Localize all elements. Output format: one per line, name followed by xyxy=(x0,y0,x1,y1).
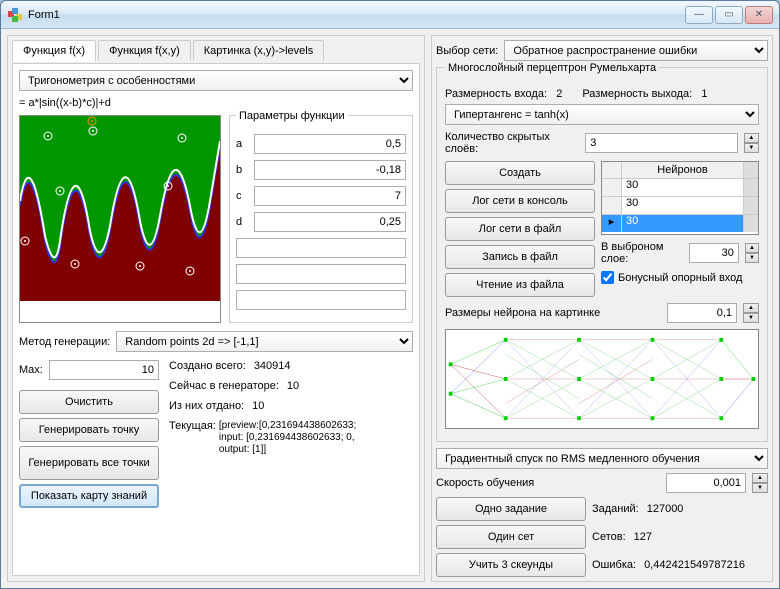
spinner-up-icon[interactable]: ▲ xyxy=(752,473,768,483)
activation-select[interactable]: Гипертангенс = tanh(x) xyxy=(445,104,759,125)
function-select[interactable]: Тригонометрия с особенностями xyxy=(19,70,413,91)
sel-layer-input[interactable] xyxy=(689,243,739,263)
net-select[interactable]: Обратное распространение ошибки xyxy=(504,40,768,61)
method-label: Метод генерации: xyxy=(19,336,110,348)
read-file-button[interactable]: Чтение из файла xyxy=(445,273,595,297)
dim-out-value: 1 xyxy=(701,88,707,100)
tab-image-levels[interactable]: Картинка (x,y)->levels xyxy=(193,40,324,61)
param-d-input[interactable] xyxy=(254,212,406,232)
param-empty-3[interactable] xyxy=(236,290,406,310)
neuron-size-label: Размеры нейрона на картинке xyxy=(445,307,661,319)
rate-input[interactable] xyxy=(666,473,746,493)
train-method-select[interactable]: Градиентный спуск по RMS медленного обуч… xyxy=(436,448,768,469)
spinner-up-icon[interactable]: ▲ xyxy=(743,303,759,313)
row-selector-icon: ▸ xyxy=(602,215,622,232)
app-window: Form1 — ▭ ✕ Функция f(x) Функция f(x,y) … xyxy=(0,0,780,589)
neuron-row-1[interactable]: 30 xyxy=(622,179,744,196)
spinner-up-icon[interactable]: ▲ xyxy=(745,243,759,253)
write-file-button[interactable]: Запись в файл xyxy=(445,245,595,269)
param-b-label: b xyxy=(236,164,254,176)
param-a-label: a xyxy=(236,138,254,150)
titlebar[interactable]: Form1 — ▭ ✕ xyxy=(1,1,779,29)
param-b-input[interactable] xyxy=(254,160,406,180)
spinner-up-icon[interactable]: ▲ xyxy=(744,133,759,143)
method-select[interactable]: Random points 2d => [-1,1] xyxy=(116,331,413,352)
create-button[interactable]: Создать xyxy=(445,161,595,185)
sets-label: Сетов: xyxy=(592,531,626,543)
sel-layer-label: В выброном слое: xyxy=(601,241,683,265)
one-task-button[interactable]: Одно задание xyxy=(436,497,586,521)
ingen-value: 10 xyxy=(287,380,299,392)
neuron-table[interactable]: Нейронов 30 30 ▸30 xyxy=(601,161,759,235)
gen-all-button[interactable]: Генерировать все точки xyxy=(19,446,159,480)
net-select-label: Выбор сети: xyxy=(436,45,498,57)
neurons-header: Нейронов xyxy=(622,162,744,178)
created-value: 340914 xyxy=(254,360,291,372)
params-group-label: Параметры функции xyxy=(236,110,348,122)
current-value: [preview:[0,231694438602633; input: [0,2… xyxy=(219,420,379,456)
dim-out-label: Размерность выхода: xyxy=(582,88,692,100)
dim-in-label: Размерность входа: xyxy=(445,88,547,100)
show-map-button[interactable]: Показать карту знаний xyxy=(19,484,159,508)
close-button[interactable]: ✕ xyxy=(745,6,773,24)
nn-visualization xyxy=(445,329,759,429)
hidden-label: Количество скрытых слоёв: xyxy=(445,131,579,155)
params-group: Параметры функции a b c d xyxy=(229,115,413,323)
right-panel: Выбор сети: Обратное распространение оши… xyxy=(431,35,773,582)
app-icon xyxy=(7,7,23,23)
hidden-input[interactable] xyxy=(585,133,738,153)
neuron-row-3[interactable]: 30 xyxy=(622,215,744,232)
current-label: Текущая: xyxy=(169,420,216,432)
gen-point-button[interactable]: Генерировать точку xyxy=(19,418,159,442)
param-d-label: d xyxy=(236,216,254,228)
function-graphic xyxy=(19,115,221,323)
ingen-label: Сейчас в генераторе: xyxy=(169,380,279,392)
minimize-button[interactable]: — xyxy=(685,6,713,24)
created-label: Создано всего: xyxy=(169,360,246,372)
rate-label: Скорость обучения xyxy=(436,477,660,489)
left-panel: Функция f(x) Функция f(x,y) Картинка (x,… xyxy=(7,35,425,582)
net-group-title: Многослойный перцептрон Румельхарта xyxy=(445,62,659,74)
param-empty-2[interactable] xyxy=(236,264,406,284)
log-file-button[interactable]: Лог сети в файл xyxy=(445,217,595,241)
sets-value: 127 xyxy=(634,531,652,543)
hidden-spinner[interactable]: ▲▼ xyxy=(744,133,759,153)
param-empty-1[interactable] xyxy=(236,238,406,258)
tab-func-x[interactable]: Функция f(x) xyxy=(12,40,96,62)
tab-func-xy[interactable]: Функция f(x,y) xyxy=(98,40,191,61)
dim-in-value: 2 xyxy=(556,88,562,100)
formula-text: = a*|sin((x-b)*c)|+d xyxy=(19,97,413,109)
param-a-input[interactable] xyxy=(254,134,406,154)
clear-button[interactable]: Очистить xyxy=(19,390,159,414)
max-input[interactable] xyxy=(49,360,159,380)
max-label: Max: xyxy=(19,364,43,376)
error-label: Ошибка: xyxy=(592,559,636,571)
param-c-input[interactable] xyxy=(254,186,406,206)
rate-spinner[interactable]: ▲▼ xyxy=(752,473,768,493)
given-label: Из них отдано: xyxy=(169,400,244,412)
given-value: 10 xyxy=(252,400,264,412)
spinner-down-icon[interactable]: ▼ xyxy=(744,143,759,153)
bonus-label: Бонусный опорный вход xyxy=(618,272,742,284)
log-console-button[interactable]: Лог сети в консоль xyxy=(445,189,595,213)
window-title: Form1 xyxy=(28,9,685,21)
neuron-row-2[interactable]: 30 xyxy=(622,197,744,214)
bonus-checkbox[interactable] xyxy=(601,271,614,284)
error-value: 0,442421549787216 xyxy=(644,559,745,571)
train-3s-button[interactable]: Учить 3 скеунды xyxy=(436,553,586,577)
sel-layer-spinner[interactable]: ▲▼ xyxy=(745,243,759,263)
one-set-button[interactable]: Один сет xyxy=(436,525,586,549)
tab-content: Тригонометрия с особенностями = a*|sin((… xyxy=(12,63,420,576)
neuron-size-input[interactable] xyxy=(667,303,737,323)
param-c-label: c xyxy=(236,190,254,202)
tasks-value: 127000 xyxy=(647,503,684,515)
tasks-label: Заданий: xyxy=(592,503,639,515)
size-spinner[interactable]: ▲▼ xyxy=(743,303,759,323)
spinner-down-icon[interactable]: ▼ xyxy=(745,253,759,263)
maximize-button[interactable]: ▭ xyxy=(715,6,743,24)
net-groupbox: Многослойный перцептрон Румельхарта Разм… xyxy=(436,67,768,442)
spinner-down-icon[interactable]: ▼ xyxy=(743,313,759,323)
spinner-down-icon[interactable]: ▼ xyxy=(752,483,768,493)
